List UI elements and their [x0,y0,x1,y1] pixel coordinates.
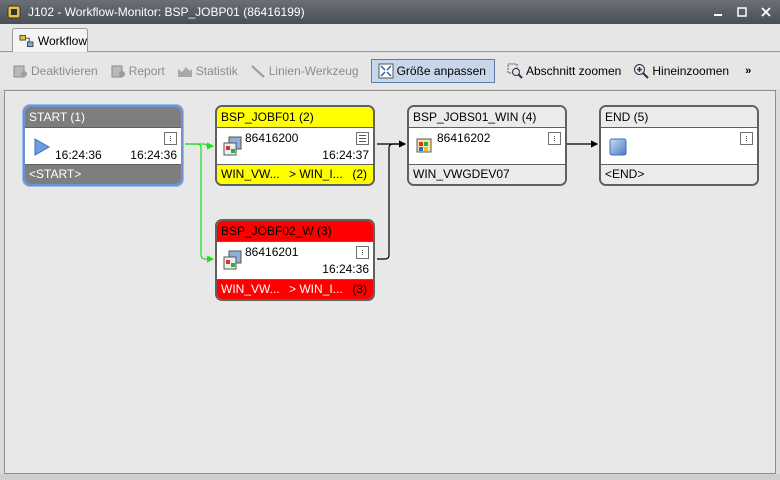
zoom-section-button[interactable]: Abschnitt zoomen [507,63,621,79]
node-jobf02-footer-left: WIN_VW... [221,282,280,296]
edge-start-jobf02 [185,143,215,263]
fit-size-button[interactable]: Größe anpassen [370,59,495,83]
node-start-time-right: 16:24:36 [130,148,177,162]
toolbar: Deaktivieren Report Statistik Linien-Wer… [0,53,780,89]
node-jobf02-footer-right: (3) [352,282,367,296]
node-jobf01-menu-icon[interactable] [356,132,369,145]
deactivate-icon [13,65,27,78]
node-jobf01-footer-mid: > WIN_I... [289,167,343,181]
file-transfer-icon [223,250,242,270]
deactivate-button[interactable]: Deaktivieren [12,63,98,79]
node-jobs01-header: BSP_JOBS01_WIN (4) [409,107,565,128]
report-icon [111,65,125,78]
node-jobs01-footer: WIN_VWGDEV07 [409,164,565,184]
node-end-header: END (5) [601,107,757,128]
node-end[interactable]: END (5) <END> [599,105,759,186]
node-jobf01-footer: WIN_VW... > WIN_I... (2) [217,164,373,184]
node-jobf01-footer-right: (2) [352,167,367,181]
line-tool-label: Linien-Werkzeug [268,64,359,78]
fit-size-icon [378,63,394,79]
node-end-footer: <END> [601,164,757,184]
more-icon[interactable]: » [745,65,751,77]
zoom-in-label: Hineinzoomen [652,64,730,78]
zoom-in-button[interactable]: Hineinzoomen [633,63,729,79]
node-start-footer: <START> [25,164,181,184]
node-jobf01-footer-left: WIN_VW... [221,167,280,181]
zoom-section-label: Abschnitt zoomen [525,64,622,78]
edge-jobf02-jobs01 [377,143,405,260]
node-jobf01-header: BSP_JOBF01 (2) [217,107,373,128]
tab-strip: Workflow [0,24,780,52]
file-transfer-icon [223,136,242,156]
tab-workflow[interactable]: Workflow [12,28,88,52]
node-jobf01[interactable]: BSP_JOBF01 (2) 86416200 16:24:37 WIN_VW.… [215,105,375,186]
node-start-time-left: 16:24:36 [55,148,102,162]
node-jobf01-run-id: 86416200 [245,131,299,145]
statistics-button[interactable]: Statistik [177,63,238,79]
node-jobf02-menu-icon[interactable] [356,246,369,259]
node-jobs01[interactable]: BSP_JOBS01_WIN (4) 86416202 WIN_VWGDEV07 [407,105,567,186]
node-end-menu-icon[interactable] [740,132,753,145]
play-icon [34,138,51,156]
node-jobf02-run-id: 86416201 [245,245,299,259]
node-jobf02-footer: WIN_VW... > WIN_I... (3) [217,279,373,299]
fit-size-label: Größe anpassen [396,64,486,78]
report-label: Report [128,64,165,78]
node-jobf02[interactable]: BSP_JOBF02_W (3) 86416201 16:24:36 WIN_V… [215,219,375,301]
node-jobf02-footer-mid: > WIN_I... [289,282,343,296]
node-start-menu-icon[interactable] [164,132,177,145]
node-jobf02-header: BSP_JOBF02_W (3) [217,221,373,242]
end-icon [609,138,627,156]
title-bar: J102 - Workflow-Monitor: BSP_JOBP01 (864… [0,0,780,24]
maximize-icon[interactable] [734,4,750,20]
status-bar [0,474,780,480]
zoom-section-icon [507,63,523,79]
tab-label: Workflow [37,33,87,48]
workflow-canvas[interactable]: START (1) 16:24:36 16:24:36 <START> BSP_… [4,90,776,474]
windows-job-icon [416,138,432,153]
line-tool-button[interactable]: Linien-Werkzeug [250,63,359,79]
node-jobs01-run-id: 86416202 [437,131,491,145]
close-icon[interactable] [758,4,774,20]
node-start[interactable]: START (1) 16:24:36 16:24:36 <START> [23,105,183,186]
node-jobs01-menu-icon[interactable] [548,132,561,145]
workflow-icon [19,34,34,47]
statistics-icon [177,67,192,77]
minimize-icon[interactable] [710,4,726,20]
node-start-header: START (1) [25,107,181,128]
line-tool-icon [251,65,265,78]
node-jobf02-time: 16:24:36 [322,262,369,276]
deactivate-label: Deaktivieren [31,64,98,78]
window-title: J102 - Workflow-Monitor: BSP_JOBP01 (864… [28,5,305,19]
job-plan-icon [7,5,21,19]
zoom-in-icon [634,64,650,79]
statistics-label: Statistik [195,64,238,78]
node-jobf01-time: 16:24:37 [322,148,369,162]
report-button[interactable]: Report [110,63,165,79]
